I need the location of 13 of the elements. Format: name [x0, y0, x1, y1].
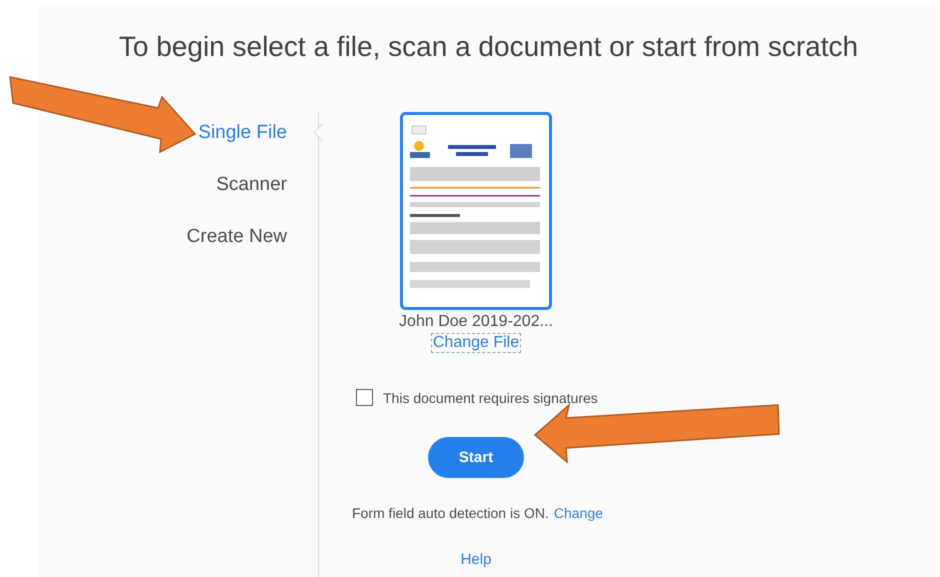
detection-status: Form field auto detection is ON. — [352, 505, 549, 521]
nav-tab[interactable]: Scanner — [216, 170, 287, 200]
start-button[interactable]: Start — [428, 437, 524, 478]
file-name: John Doe 2019-202... — [399, 313, 553, 331]
document-thumbnail-drawing[interactable] — [400, 112, 552, 310]
change-file-link[interactable]: Change File — [430, 333, 522, 353]
checkbox-label: This document requires signatures — [383, 390, 598, 406]
page-title: To begin select a file, scan a document or start from scratch — [118, 30, 860, 64]
help-link[interactable]: Help — [460, 551, 492, 568]
signatures-checkbox[interactable] — [356, 389, 373, 406]
nav-tab[interactable]: Single File — [198, 118, 287, 148]
change-link[interactable]: Change — [554, 505, 603, 521]
nav-tab[interactable]: Create New — [186, 222, 287, 252]
